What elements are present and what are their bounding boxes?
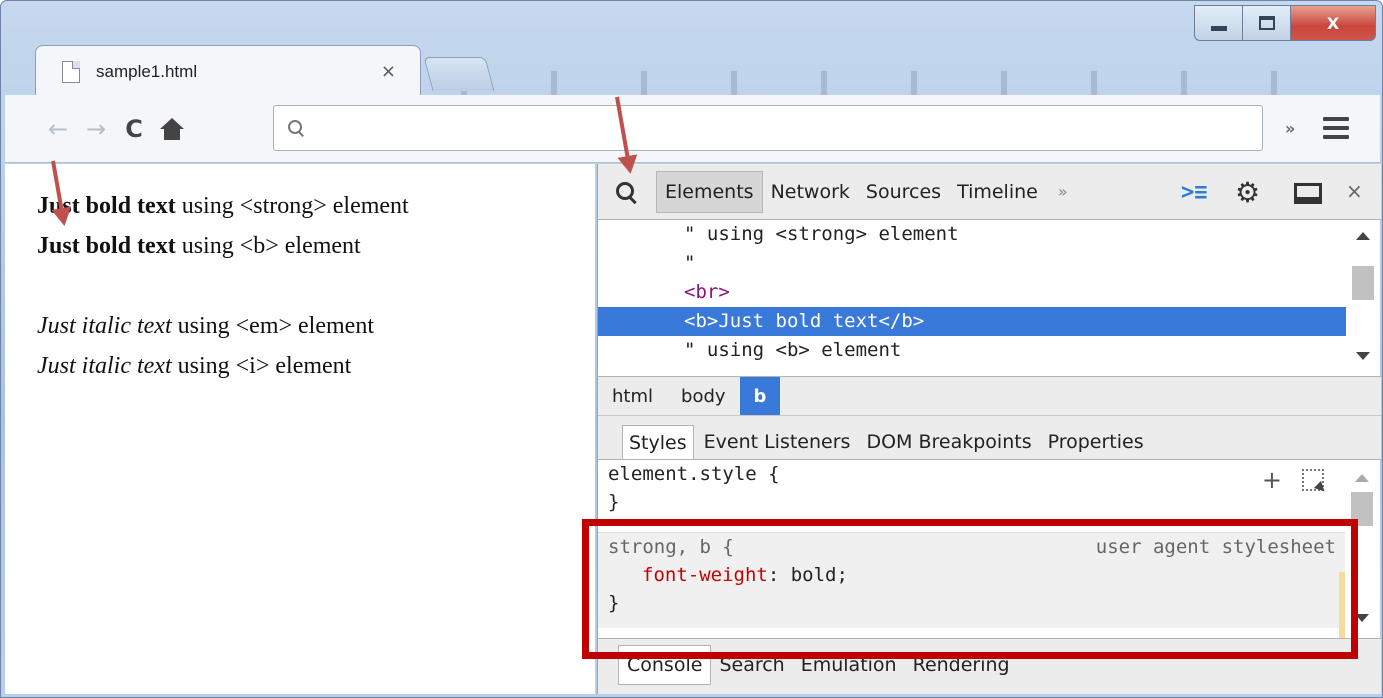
breadcrumb-b[interactable]: b: [739, 377, 781, 415]
tab-event-listeners[interactable]: Event Listeners: [698, 425, 857, 459]
text-line-b: Just bold text using <b> element: [37, 226, 409, 266]
close-window-button[interactable]: X: [1290, 5, 1376, 41]
browser-tab[interactable]: sample1.html ×: [35, 45, 421, 97]
dock-icon[interactable]: [1294, 183, 1322, 204]
reload-button[interactable]: C: [115, 109, 153, 149]
more-tabs-icon[interactable]: »: [1058, 182, 1068, 201]
tab-network[interactable]: Network: [763, 171, 858, 213]
page-icon: [62, 60, 80, 83]
italic-text: Just italic text: [37, 353, 172, 379]
bold-text: Just bold text: [37, 233, 176, 259]
page-text: Just bold text using <strong> element Ju…: [37, 186, 409, 386]
dom-node[interactable]: <br>: [598, 278, 1346, 307]
tab-title: sample1.html: [96, 61, 198, 81]
tab-dom-breakpoints[interactable]: DOM Breakpoints: [860, 425, 1037, 459]
gear-icon[interactable]: ⚙: [1235, 176, 1260, 209]
scroll-thumb[interactable]: [1352, 266, 1374, 300]
breadcrumb-body[interactable]: body: [667, 377, 740, 415]
home-button[interactable]: [153, 109, 191, 149]
home-icon: [160, 117, 184, 140]
line-text: using <em> element: [171, 313, 374, 339]
scroll-down-icon[interactable]: [1356, 352, 1370, 360]
breadcrumb: html body b: [598, 376, 1381, 416]
browser-window: X sample1.html × ← → C » Just bold text …: [0, 0, 1383, 698]
element-style-selector[interactable]: element.style {: [598, 460, 1346, 488]
maximize-button[interactable]: [1242, 5, 1290, 41]
search-icon: [288, 120, 304, 136]
dom-node-selected[interactable]: <b>Just bold text</b>: [598, 307, 1346, 336]
page-content: Just bold text using <strong> element Ju…: [5, 164, 595, 694]
minimize-button[interactable]: [1194, 5, 1242, 41]
new-tab-button[interactable]: [423, 57, 495, 91]
hamburger-menu-icon[interactable]: [1323, 117, 1349, 139]
devtools-toolbar: Elements Network Sources Timeline » >≡ ⚙…: [598, 164, 1381, 220]
tab-elements[interactable]: Elements: [656, 170, 763, 213]
dom-tree-scrollbar[interactable]: [1346, 220, 1380, 376]
highlight-annotation: [582, 519, 1358, 659]
tab-timeline[interactable]: Timeline: [949, 171, 1046, 213]
scroll-up-icon[interactable]: [1355, 474, 1369, 482]
address-input[interactable]: [316, 108, 1262, 148]
back-button[interactable]: ←: [39, 109, 77, 149]
tab-properties[interactable]: Properties: [1042, 425, 1150, 459]
window-controls: X: [1194, 5, 1376, 41]
forward-button[interactable]: →: [77, 109, 115, 149]
text-line-strong: Just bold text using <strong> element: [37, 186, 409, 226]
scroll-up-icon[interactable]: [1356, 232, 1370, 240]
maximize-icon: [1258, 16, 1275, 30]
add-rule-button[interactable]: +: [1262, 466, 1282, 494]
tab-sources[interactable]: Sources: [858, 171, 949, 213]
line-text: using <b> element: [175, 233, 361, 259]
console-drawer-icon[interactable]: >≡: [1181, 180, 1208, 205]
line-text: using <i> element: [171, 353, 352, 379]
address-bar[interactable]: [273, 105, 1263, 151]
dom-tree: " using <strong> element " <br> <b>Just …: [598, 220, 1346, 376]
devtools-close-icon[interactable]: ×: [1346, 179, 1363, 203]
browser-toolbar: ← → C »: [5, 95, 1380, 163]
text-line-i: Just italic text using <i> element: [37, 346, 409, 386]
breadcrumb-html[interactable]: html: [598, 377, 667, 415]
dom-node[interactable]: " using <strong> element: [598, 220, 1346, 249]
style-actions: +: [1262, 466, 1324, 494]
element-style-close: }: [608, 491, 620, 513]
element-state-icon[interactable]: [1302, 469, 1324, 491]
bookmarks-overflow-button[interactable]: »: [1285, 119, 1295, 138]
dom-node[interactable]: ": [598, 249, 1346, 278]
text-line-em: Just italic text using <em> element: [37, 306, 409, 346]
line-text: using <strong> element: [175, 193, 409, 219]
minimize-icon: [1210, 25, 1227, 31]
italic-text: Just italic text: [37, 313, 172, 339]
tab-close-icon[interactable]: ×: [381, 61, 396, 82]
tab-styles[interactable]: Styles: [622, 425, 694, 459]
dom-node[interactable]: " using <b> element: [598, 336, 1346, 365]
sidebar-tabs: Styles Event Listeners DOM Breakpoints P…: [598, 416, 1381, 460]
